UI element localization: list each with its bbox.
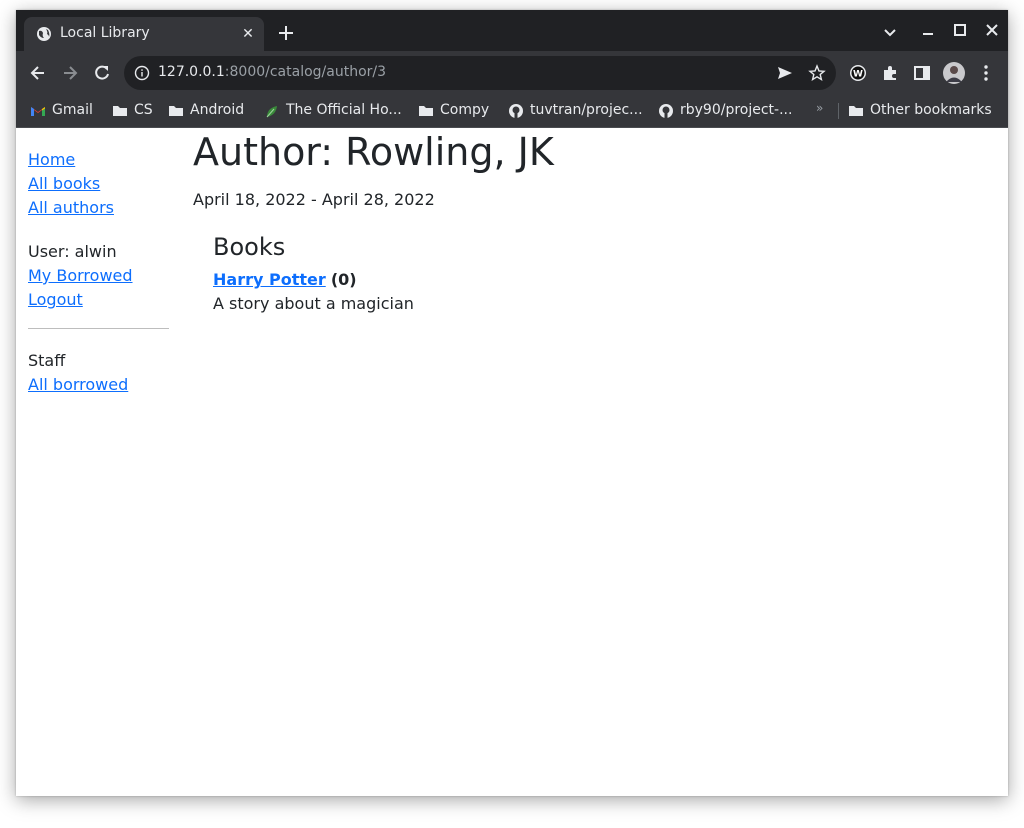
sidebar-link-all-books[interactable]: All books xyxy=(28,172,169,196)
bookmark-other[interactable]: Other bookmarks xyxy=(848,102,998,120)
other-bookmarks-label: Other bookmarks xyxy=(870,102,992,118)
gmail-icon xyxy=(31,107,45,116)
current-user-label: User: alwin xyxy=(28,242,117,261)
bookmarks-bar: Gmail CS Android The Official Ho... Comp… xyxy=(16,95,1008,128)
bookmark-cs[interactable]: CS xyxy=(112,102,156,120)
sidebar-link-home[interactable]: Home xyxy=(28,148,169,172)
close-tab-icon[interactable]: ✕ xyxy=(240,26,256,42)
send-tab-icon[interactable] xyxy=(776,64,794,82)
reload-icon[interactable] xyxy=(92,63,112,83)
back-icon[interactable] xyxy=(28,63,48,83)
info-icon[interactable] xyxy=(134,65,150,81)
sidebar-divider xyxy=(28,328,169,329)
bookmarks-separator xyxy=(838,103,839,119)
more-bookmarks-chevron-icon[interactable]: » xyxy=(816,101,823,115)
bookmark-gmail[interactable]: Gmail xyxy=(30,102,114,120)
profile-avatar-icon[interactable] xyxy=(942,61,966,85)
bookmark-tuvtran[interactable]: tuvtran/projec... xyxy=(508,102,650,120)
leaf-icon xyxy=(266,106,277,118)
book-copy-count: (0) xyxy=(330,270,357,289)
browser-window: Local Library ✕ 127.0.0.1:8000/catalog/a… xyxy=(16,10,1008,796)
sidebar-nav: Home All books All authors User: alwin M… xyxy=(28,148,169,397)
extension-w-icon[interactable]: W xyxy=(848,63,868,83)
tab-title: Local Library xyxy=(60,25,150,41)
new-tab-icon[interactable] xyxy=(276,23,296,43)
bookmark-compy[interactable]: Compy xyxy=(418,102,498,120)
side-panel-icon[interactable] xyxy=(912,63,932,83)
author-dates: April 18, 2022 - April 28, 2022 xyxy=(193,190,435,209)
bookmark-label: CS xyxy=(134,102,153,118)
globe-icon xyxy=(37,27,51,41)
folder-icon xyxy=(419,106,433,116)
sidebar-link-all-borrowed[interactable]: All borrowed xyxy=(28,373,169,397)
menu-kebab-icon[interactable] xyxy=(976,63,996,83)
staff-label: Staff xyxy=(28,351,66,370)
browser-toolbar: 127.0.0.1:8000/catalog/author/3 W xyxy=(16,51,1008,95)
minimize-icon[interactable] xyxy=(918,22,938,42)
page-title: Author: Rowling, JK xyxy=(193,130,554,174)
github-icon xyxy=(509,104,523,118)
sidebar-link-my-borrowed[interactable]: My Borrowed xyxy=(28,264,169,288)
folder-icon xyxy=(849,106,863,116)
maximize-icon[interactable] xyxy=(950,20,970,40)
github-icon xyxy=(659,104,673,118)
bookmark-label: Compy xyxy=(440,102,490,118)
bookmark-official-home[interactable]: The Official Ho... xyxy=(264,102,412,120)
book-title-link[interactable]: Harry Potter xyxy=(213,270,326,289)
bookmark-label: The Official Ho... xyxy=(286,102,402,118)
book-summary: A story about a magician xyxy=(213,294,414,313)
svg-text:W: W xyxy=(853,70,863,80)
bookmark-android[interactable]: Android xyxy=(168,102,258,120)
folder-icon xyxy=(113,106,127,116)
bookmark-rby90[interactable]: rby90/project-... xyxy=(658,102,798,120)
bookmark-label: Gmail xyxy=(52,102,93,118)
tab-strip: Local Library ✕ xyxy=(16,10,1008,51)
folder-icon xyxy=(169,106,183,116)
close-window-icon[interactable] xyxy=(982,20,1002,40)
bookmark-star-icon[interactable] xyxy=(808,64,826,82)
sidebar-link-all-authors[interactable]: All authors xyxy=(28,196,169,220)
bookmark-label: tuvtran/projec... xyxy=(530,102,643,118)
books-heading: Books xyxy=(213,233,286,261)
address-bar[interactable]: 127.0.0.1:8000/catalog/author/3 xyxy=(124,56,836,90)
url-text[interactable]: 127.0.0.1:8000/catalog/author/3 xyxy=(158,64,386,80)
tab-local-library[interactable]: Local Library ✕ xyxy=(24,17,264,51)
books-section: Books Harry Potter (0) A story about a m… xyxy=(213,232,913,316)
book-item: Harry Potter (0) xyxy=(213,268,913,292)
bookmark-label: Android xyxy=(190,102,245,118)
forward-icon[interactable] xyxy=(60,63,80,83)
page-content: Home All books All authors User: alwin M… xyxy=(16,128,1008,796)
bookmark-label: rby90/project-... xyxy=(680,102,793,118)
sidebar-link-logout[interactable]: Logout xyxy=(28,288,169,312)
tab-search-chevron-icon[interactable] xyxy=(880,22,900,42)
extensions-puzzle-icon[interactable] xyxy=(880,63,900,83)
